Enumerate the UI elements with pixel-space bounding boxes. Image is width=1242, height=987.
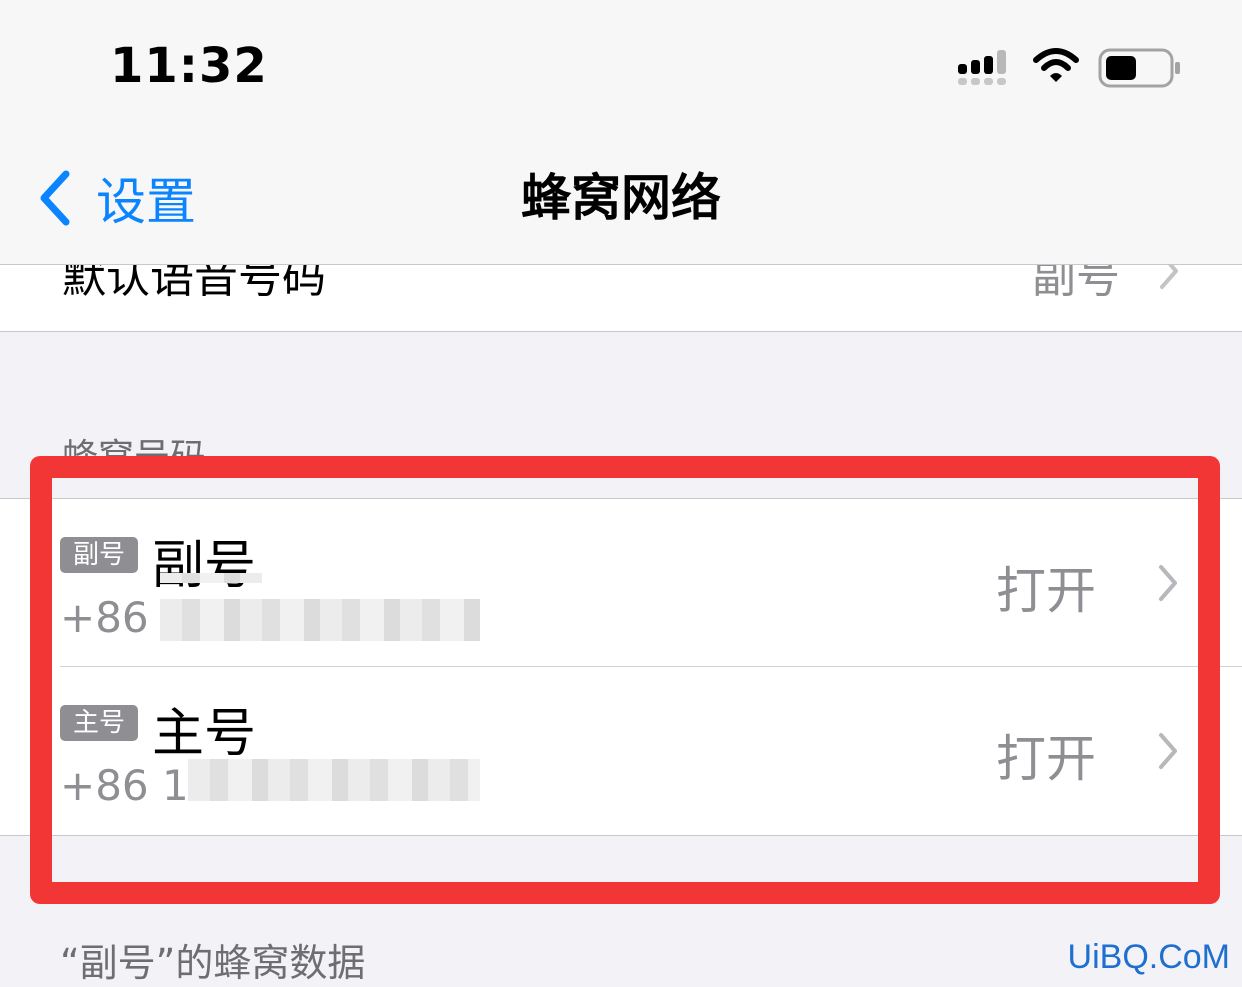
sim-badge: 主号: [60, 705, 138, 741]
status-bar: 11:32: [0, 0, 1242, 132]
chevron-right-icon: [1159, 733, 1177, 769]
watermark: UiBQ.CoM: [1067, 938, 1230, 976]
redacted-number: [160, 599, 480, 641]
line-status: 打开: [996, 562, 1096, 620]
section-header: 蜂窝号码: [62, 437, 207, 458]
default-voice-line-row[interactable]: 默认语音号码 副号: [0, 265, 1242, 332]
chevron-right-icon: [1160, 265, 1178, 289]
navigation-bar: 设置 蜂窝网络: [0, 132, 1242, 265]
page-title: 蜂窝网络: [521, 169, 721, 227]
line-row-primary[interactable]: 主号 主号 +86 18 打开: [0, 667, 1242, 835]
battery-icon: [1098, 48, 1180, 88]
line-status: 打开: [996, 730, 1096, 788]
sim-badge: 副号: [60, 537, 138, 573]
wifi-icon: [1033, 48, 1079, 82]
cellular-lines-group: 副号 副号 +86 打开 主号 主号 +86 18 打开: [0, 498, 1242, 836]
chevron-right-icon: [1159, 565, 1177, 601]
redacted-mask: [160, 573, 262, 583]
line-number: +86: [60, 593, 149, 642]
signal-icon: [958, 50, 1006, 85]
row-label: 默认语音号码: [62, 265, 326, 303]
redacted-number: [188, 759, 480, 801]
line-name: 主号: [152, 704, 257, 764]
row-value: 副号: [1032, 265, 1120, 303]
footer-section-header: “副号”的蜂窝数据: [60, 941, 366, 985]
line-row-secondary[interactable]: 副号 副号 +86 打开: [0, 499, 1242, 667]
line-name: 副号: [152, 536, 257, 596]
status-time: 11:32: [110, 38, 268, 94]
